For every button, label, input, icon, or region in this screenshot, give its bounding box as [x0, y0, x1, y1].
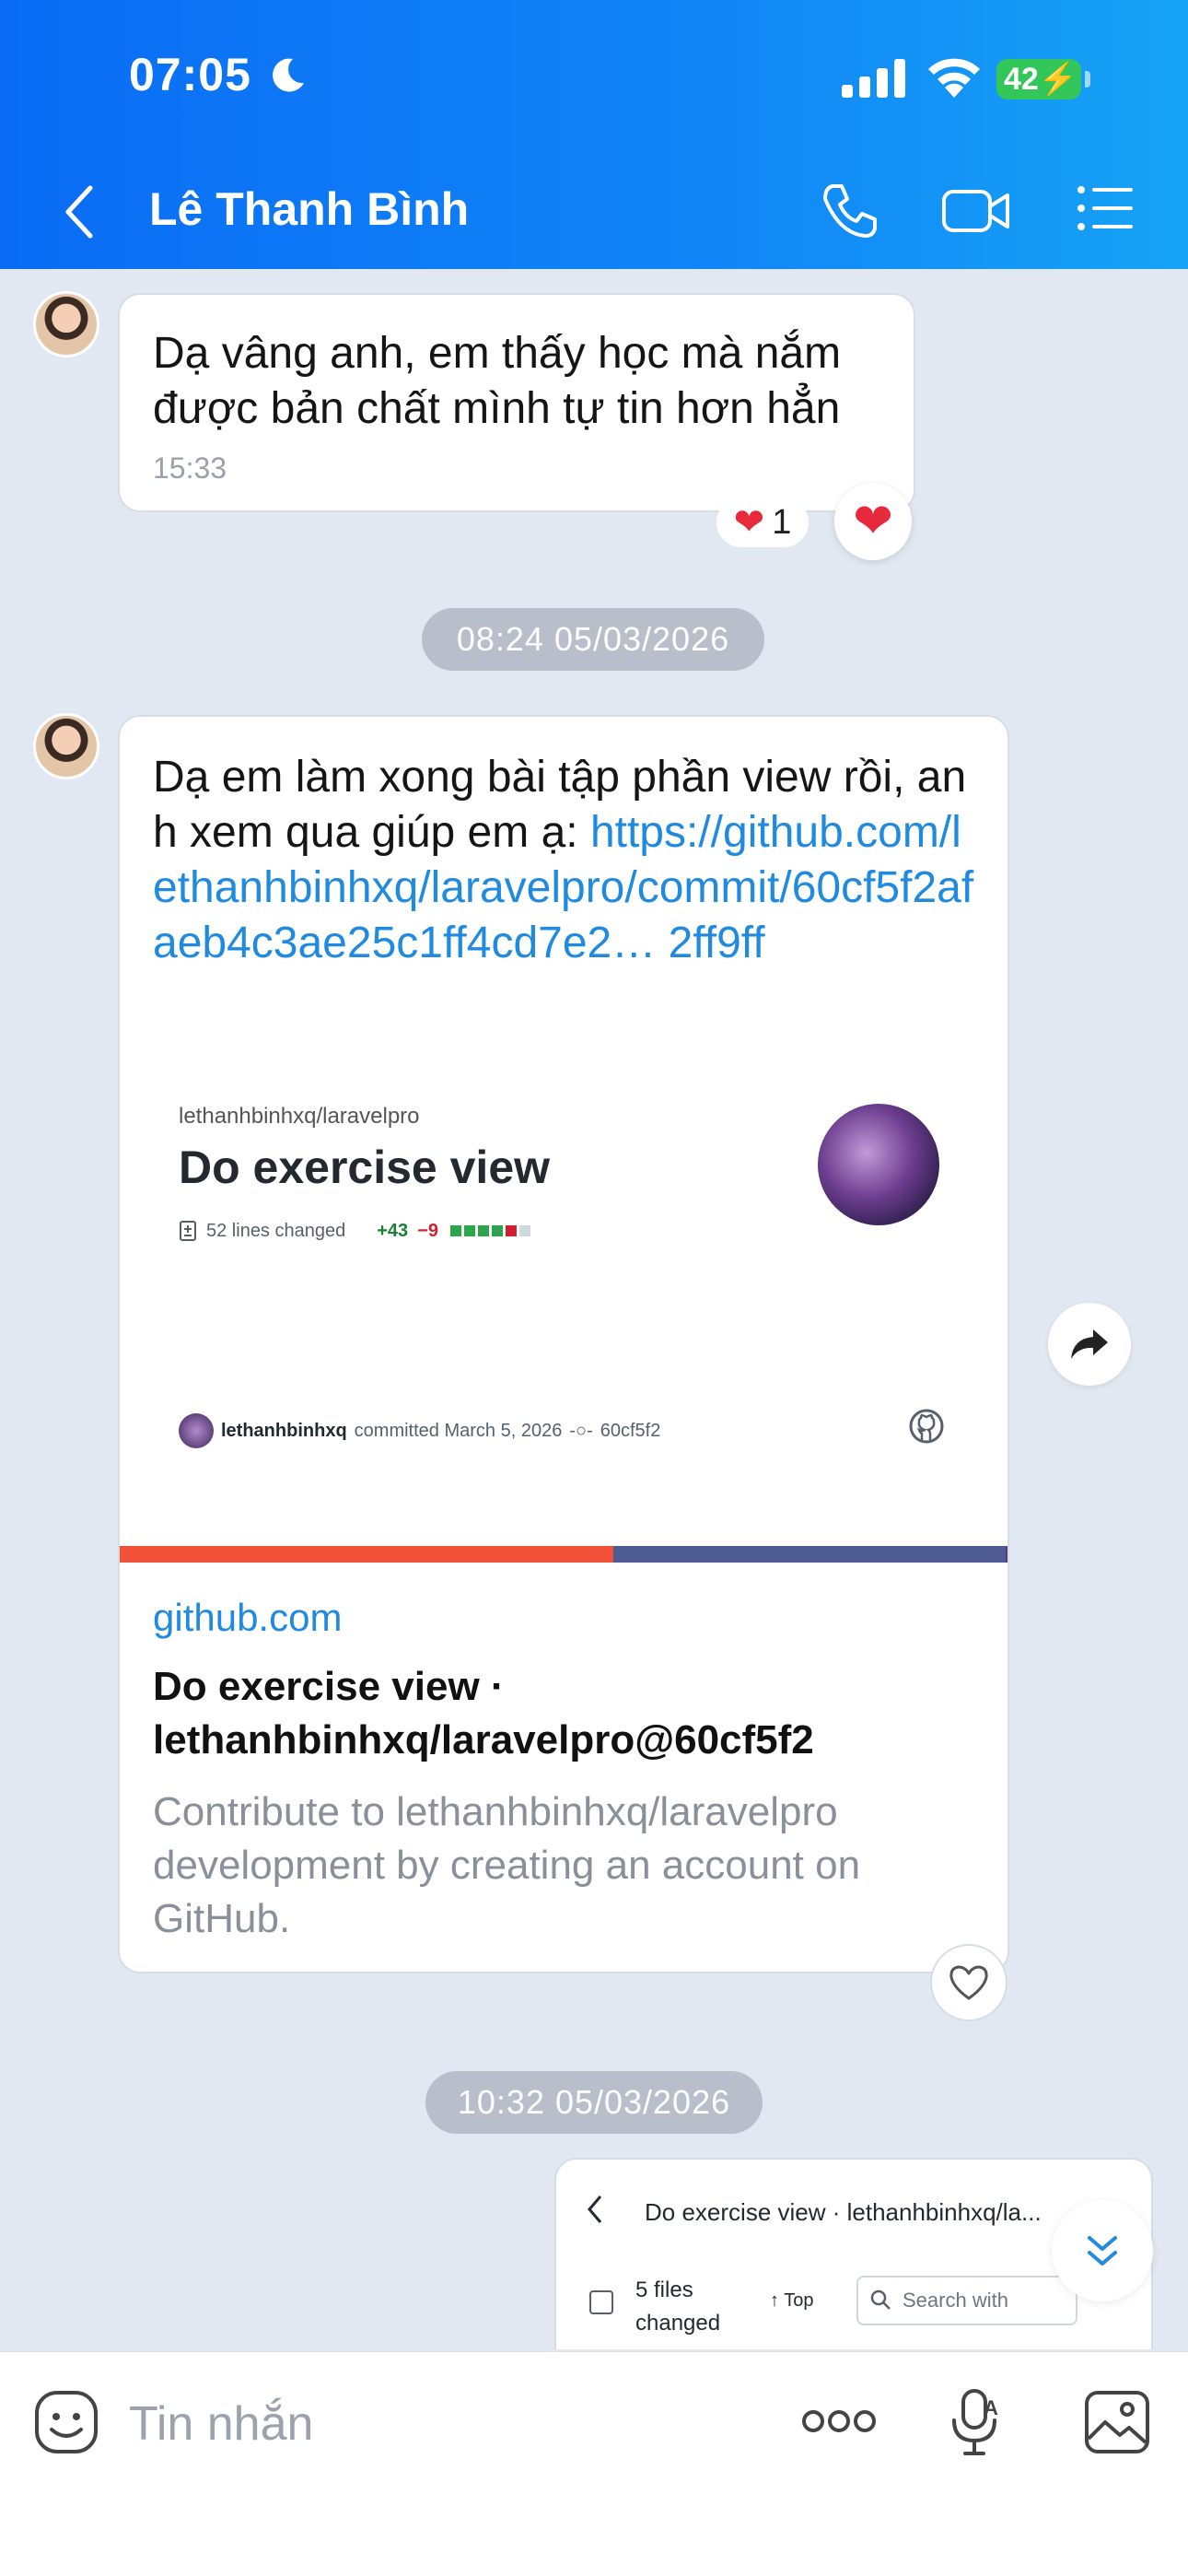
- phone-call-icon[interactable]: [820, 181, 880, 241]
- message-input[interactable]: Tin nhắn: [129, 2389, 755, 2459]
- cellular-signal-icon: [842, 59, 905, 98]
- search-placeholder: Search with: [903, 2289, 1008, 2312]
- message-text: Dạ vâng anh, em thấy học mà nắm được bản…: [153, 329, 842, 433]
- chat-header: 07:05 42⚡ Lê Thanh Bình: [0, 0, 1188, 269]
- message-input-bar: Tin nhắn A: [0, 2351, 1188, 2576]
- back-chevron-icon: [588, 2195, 602, 2223]
- screenshot-search: Search with: [856, 2276, 1077, 2325]
- files-changed: 5 files changed: [635, 2277, 721, 2336]
- message-text: Dạ em làm xong bài tập phần view rồi, an…: [153, 750, 982, 971]
- sticker-emoji-icon[interactable]: [33, 2389, 99, 2455]
- date-divider: 10:32 05/03/2026: [425, 2071, 763, 2134]
- search-icon: [870, 2289, 891, 2310]
- link-preview-image[interactable]: lethanhbinhxq/laravelpro Do exercise vie…: [120, 1104, 1007, 1448]
- svg-text:A: A: [984, 2396, 998, 2419]
- file-diff-icon: [180, 1221, 196, 1241]
- commit-info: committed March 5, 2026: [354, 1420, 563, 1441]
- arrow-up-icon: ↑: [770, 2290, 785, 2311]
- lines-changed: 52 lines changed +43 −9: [179, 1220, 530, 1242]
- back-chevron-icon[interactable]: [59, 182, 99, 241]
- like-button[interactable]: [930, 1944, 1007, 2021]
- commit-node-icon: -○-: [569, 1420, 593, 1441]
- contact-avatar[interactable]: [33, 713, 99, 779]
- status-time: 07:05: [129, 49, 251, 100]
- language-color-bar: [120, 1546, 1007, 1563]
- more-options-icon[interactable]: [801, 2407, 877, 2435]
- heart-filled-icon: ❤: [853, 495, 893, 548]
- forward-arrow-icon: [1071, 1329, 1108, 1359]
- battery-indicator: 42⚡: [996, 59, 1081, 100]
- commit-line: lethanhbinhxq committed March 5, 2026 -○…: [179, 1413, 660, 1448]
- top-label: Top: [784, 2290, 814, 2311]
- double-chevron-down-icon: [1088, 2236, 1117, 2266]
- battery-cap: [1085, 71, 1090, 88]
- link-message-bubble[interactable]: Dạ em làm xong bài tập phần view rồi, an…: [118, 715, 1009, 1973]
- contact-name[interactable]: Lê Thanh Bình: [149, 182, 469, 236]
- sidebar-toggle-icon: [589, 2290, 613, 2314]
- screenshot-title: Do exercise view · lethanhbinhxq/la...: [645, 2198, 1042, 2226]
- diff-additions: +43: [377, 1220, 409, 1241]
- link-domain[interactable]: github.com: [153, 1596, 342, 1640]
- wifi-icon: [928, 58, 980, 98]
- commit-hash: 60cf5f2: [600, 1420, 661, 1441]
- scroll-to-bottom-button[interactable]: [1052, 2200, 1153, 2301]
- lines-changed-text: 52 lines changed: [206, 1220, 346, 1241]
- moon-icon: [273, 58, 304, 92]
- heart-outline-icon: [949, 1965, 988, 2000]
- reaction-count: 1: [772, 502, 792, 542]
- diff-deletions: −9: [417, 1220, 438, 1241]
- contact-avatar[interactable]: [33, 291, 99, 357]
- repo-commit-title: Do exercise view: [179, 1142, 551, 1193]
- diff-bar: [448, 1221, 530, 1242]
- link-title[interactable]: Do exercise view · lethanhbinhxq/laravel…: [153, 1660, 982, 1767]
- repo-owner: lethanhbinhxq/laravelpro: [179, 1104, 420, 1129]
- commit-author: lethanhbinhxq: [221, 1420, 347, 1441]
- video-call-icon[interactable]: [941, 181, 1011, 241]
- date-divider: 08:24 05/03/2026: [422, 608, 764, 671]
- repo-avatar: [818, 1104, 939, 1225]
- author-avatar: [179, 1413, 214, 1448]
- reaction-summary[interactable]: ❤ 1: [716, 498, 809, 547]
- heart-emoji-icon: ❤: [733, 502, 765, 543]
- voice-to-text-mic-icon[interactable]: A: [949, 2387, 1004, 2457]
- link-description: Contribute to lethanhbinhxq/laravelpro d…: [153, 1789, 861, 1941]
- message-bubble[interactable]: Dạ vâng anh, em thấy học mà nắm được bản…: [118, 293, 915, 512]
- forward-button[interactable]: [1048, 1303, 1131, 1386]
- top-link: ↑ Top: [770, 2290, 813, 2312]
- battery-level: 42: [1004, 62, 1039, 97]
- react-heart-button[interactable]: ❤: [834, 483, 912, 560]
- image-gallery-icon[interactable]: [1083, 2389, 1151, 2455]
- menu-list-icon[interactable]: [1076, 181, 1135, 236]
- message-time: 15:33: [153, 451, 227, 485]
- github-logo-icon: [909, 1409, 944, 1444]
